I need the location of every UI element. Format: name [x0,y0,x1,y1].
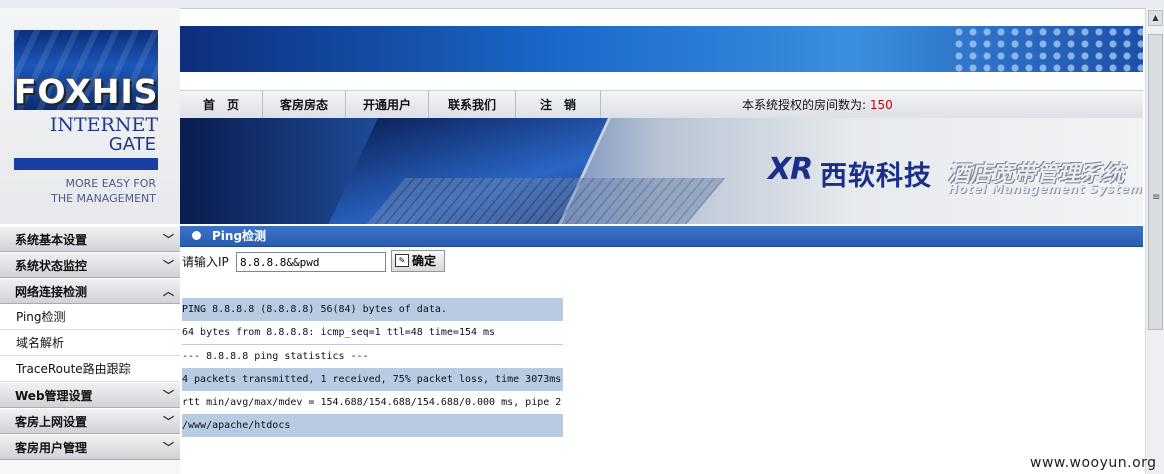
keyboard-image [354,178,726,224]
section-header: Ping检测 [180,226,1143,247]
vertical-scrollbar[interactable]: ▲ ≡ [1145,8,1164,474]
chevron-down-icon: ﹀ [163,259,174,272]
xr-logo-text: XR [768,152,813,187]
output-line: --- 8.8.8.8 ping statistics --- [182,351,369,362]
logo-brand: FOXHIS [14,72,158,110]
chevron-down-icon: ﹀ [163,233,174,246]
scrollbar-thumb[interactable]: ≡ [1148,34,1163,330]
menu-room-user-management[interactable]: 客房用户管理 ﹀ [0,434,180,460]
company-name: 西软科技 [820,161,932,192]
bullet-dot-icon [192,231,201,240]
section-title: Ping检测 [212,229,267,243]
output-line: 64 bytes from 8.8.8.8: icmp_seq=1 ttl=48… [182,321,563,345]
scroll-grip-icon: ≡ [1152,192,1161,203]
chevron-down-icon: ﹀ [163,389,174,402]
output-line: /www/apache/htdocs [182,414,563,437]
logo-divider [14,158,158,170]
top-nav: 首 页 客房房态 开通用户 联系我们 注 销 本系统授权的房间数为: 150 [180,90,1143,120]
nav-logout[interactable]: 注 销 [516,91,601,119]
logo-line-gate: GATE [108,134,156,155]
nav-home[interactable]: 首 页 [180,91,263,119]
sidebar-item-traceroute[interactable]: TraceRoute路由跟踪 [0,356,180,382]
licensed-rooms-count: 150 [869,98,893,112]
output-line: 4 packets transmitted, 1 received, 75% p… [182,368,563,391]
logo-tagline-2: THE MANAGEMENT [51,192,156,205]
sidebar-item-dns-lookup[interactable]: 域名解析 [0,330,180,356]
menu-network-connection-check[interactable]: 网络连接检测 ︿ [0,278,180,304]
system-name-en: Hotel Management System [948,182,1143,196]
nav-open-user[interactable]: 开通用户 [346,91,429,119]
top-banner [180,26,1143,72]
chevron-up-icon: ︿ [163,285,174,298]
chevron-down-icon: ﹀ [163,415,174,428]
banner-dot-pattern [953,26,1143,72]
edit-icon: ✎ [395,254,409,267]
output-line: rtt min/avg/max/mdev = 154.688/154.688/1… [182,397,562,408]
ip-label: 请输入IP [182,255,229,269]
hero-banner: XR 西软科技 酒店宽带管理系统 Hotel Management System [180,118,1143,224]
menu-label: 客房用户管理 [15,441,88,455]
nav-room-status[interactable]: 客房房态 [263,91,346,119]
logo-area: FOXHIS INTERNET GATE MORE EASY FOR THE M… [0,8,180,224]
menu-room-internet-settings[interactable]: 客房上网设置 ﹀ [0,408,180,434]
menu-system-status-monitor[interactable]: 系统状态监控 ﹀ [0,252,180,278]
scroll-up-arrow-icon[interactable]: ▲ [1148,10,1163,26]
licensed-rooms-label: 本系统授权的房间数为: [742,98,867,112]
menu-label: 系统基本设置 [15,233,88,247]
logo-line-internet: INTERNET [49,114,158,136]
licensed-rooms-status: 本系统授权的房间数为: 150 [742,91,893,119]
menu-label: Web管理设置 [15,389,93,403]
ok-button-label: 确定 [412,254,437,268]
ok-button[interactable]: ✎ 确定 [391,250,445,272]
menu-web-admin-settings[interactable]: Web管理设置 ﹀ [0,382,180,408]
foxhis-logo: FOXHIS [14,30,158,110]
watermark: www.wooyun.org [1030,455,1157,471]
nav-contact-us[interactable]: 联系我们 [429,91,516,119]
ip-input[interactable] [236,252,386,272]
ping-output: PING 8.8.8.8 (8.8.8.8) 56(84) bytes of d… [182,298,563,437]
logo-tagline-1: MORE EASY FOR [65,177,156,190]
menu-label: 网络连接检测 [15,285,88,299]
output-line: PING 8.8.8.8 (8.8.8.8) 56(84) bytes of d… [182,298,563,321]
menu-label: 系统状态监控 [15,259,88,273]
xr-company-logo: XR [768,152,813,187]
sidebar-item-ping[interactable]: Ping检测 [0,304,180,330]
sidebar-menu: 系统基本设置 ﹀ 系统状态监控 ﹀ 网络连接检测 ︿ Ping检测 域名解析 T… [0,226,180,474]
menu-system-basic-settings[interactable]: 系统基本设置 ﹀ [0,226,180,252]
logo-tagline: MORE EASY FOR THE MANAGEMENT [14,176,156,206]
chevron-down-icon: ﹀ [163,441,174,454]
menu-label: 客房上网设置 [15,415,88,429]
